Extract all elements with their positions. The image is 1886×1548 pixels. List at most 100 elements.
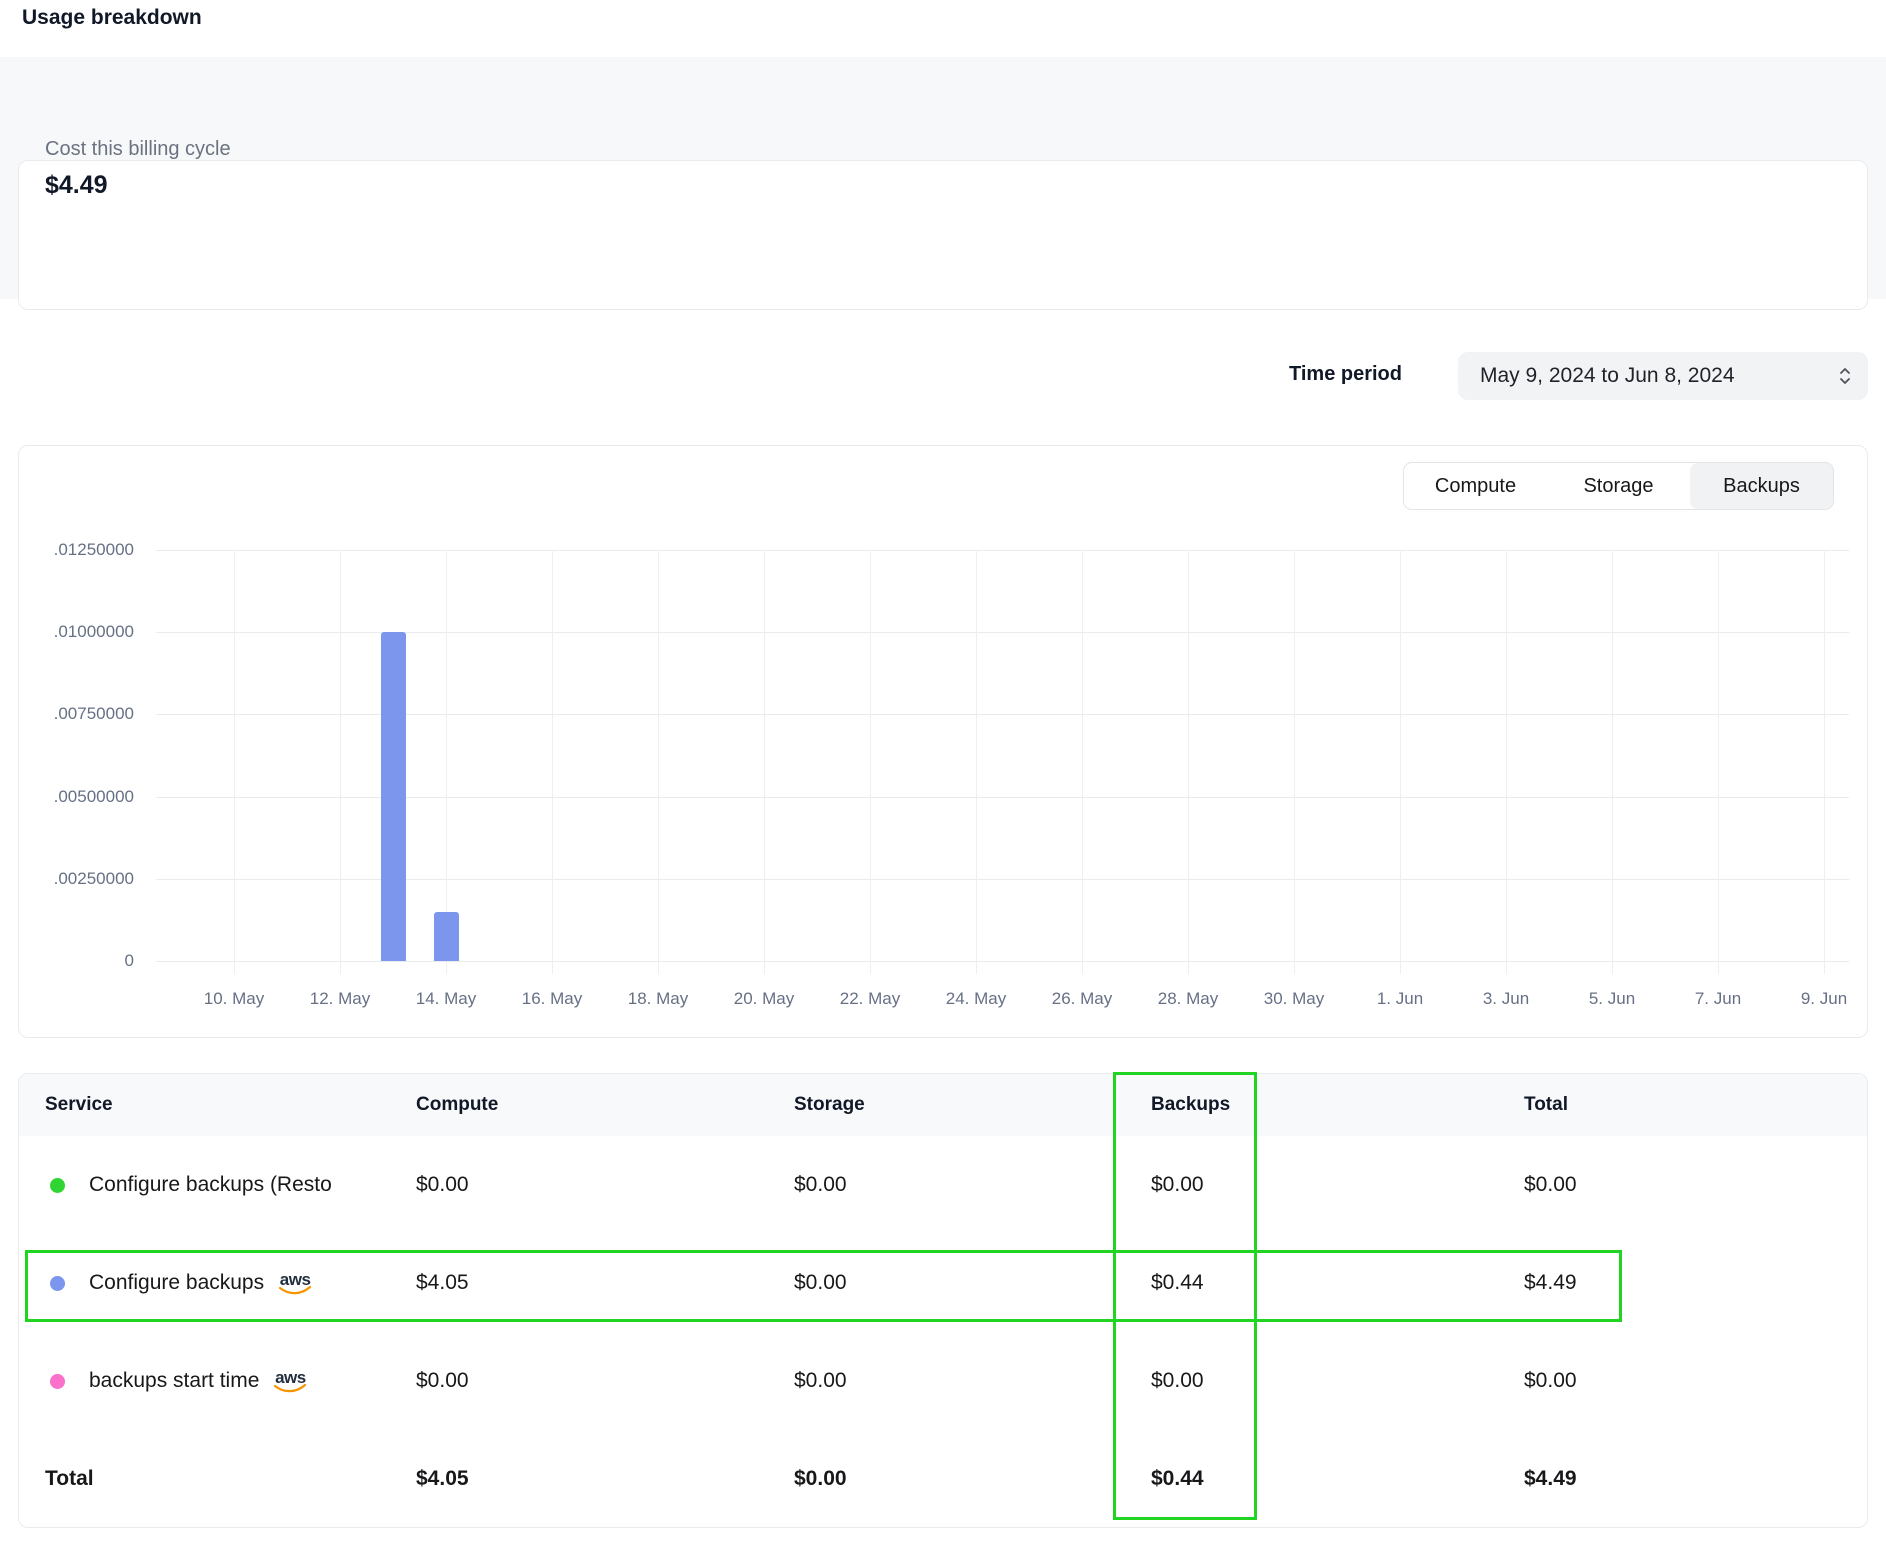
y-axis-tick-label: .01000000	[19, 622, 134, 642]
x-gridline	[976, 550, 977, 974]
x-gridline	[1188, 550, 1189, 974]
column-header-storage: Storage	[794, 1074, 865, 1136]
select-chevron-icon	[1838, 365, 1852, 387]
total-backups-value-cell: $0.44	[1151, 1467, 1204, 1491]
x-gridline	[1612, 550, 1613, 974]
backups-value-cell: $0.44	[1151, 1271, 1204, 1295]
usage-chart-card: ComputeStorageBackups .01250000.01000000…	[18, 445, 1868, 1038]
backups-value-cell: $0.00	[1151, 1369, 1204, 1393]
x-axis-tick-label: 20. May	[711, 989, 817, 1009]
x-gridline	[1506, 550, 1507, 974]
total-storage-value-cell: $0.00	[794, 1467, 847, 1491]
time-period-value: May 9, 2024 to Jun 8, 2024	[1480, 364, 1735, 388]
cost-card-label: Cost this billing cycle	[45, 138, 231, 161]
chart-bar-13-May	[381, 632, 406, 961]
x-gridline	[1294, 550, 1295, 974]
x-axis-tick-label: 26. May	[1029, 989, 1135, 1009]
x-axis-tick-label: 10. May	[181, 989, 287, 1009]
x-axis-tick-label: 12. May	[287, 989, 393, 1009]
y-axis-tick-label: .01250000	[19, 540, 134, 560]
aws-smile-arrow	[278, 1286, 312, 1296]
service-cell: backups start time aws	[50, 1369, 307, 1393]
y-gridline	[156, 632, 1849, 633]
service-name: Configure backups (Resto	[89, 1173, 332, 1197]
page-title: Usage breakdown	[22, 6, 202, 30]
x-gridline	[340, 550, 341, 974]
service-color-dot	[50, 1374, 65, 1389]
aws-smile-arrow	[273, 1384, 307, 1394]
table-row: backups start time aws $0.00 $0.00 $0.00 $0.0…	[19, 1332, 1867, 1430]
service-cell: Configure backups aws	[50, 1271, 312, 1295]
y-axis-tick-label: 0	[19, 951, 134, 971]
time-period-label: Time period	[1289, 363, 1402, 386]
table-total-row: Total $4.05 $0.00 $0.44 $4.49	[19, 1430, 1867, 1528]
x-gridline	[446, 550, 447, 974]
x-axis-tick-label: 1. Jun	[1347, 989, 1453, 1009]
cost-card-value: $4.49	[45, 171, 108, 200]
x-axis-tick-label: 5. Jun	[1559, 989, 1665, 1009]
cost-card-content: Cost this billing cycle $4.49	[18, 103, 1868, 253]
total-value-cell: $0.00	[1524, 1369, 1577, 1393]
aws-logo-text: aws	[275, 1372, 306, 1384]
service-color-dot	[50, 1178, 65, 1193]
x-gridline	[234, 550, 235, 974]
chart-bar-14-May	[434, 912, 459, 961]
x-axis-tick-label: 28. May	[1135, 989, 1241, 1009]
total-compute-value-cell: $4.05	[416, 1467, 469, 1491]
cost-table: Service Compute Storage Backups Total Config…	[18, 1073, 1868, 1528]
total-total-value-cell: $4.49	[1524, 1467, 1577, 1491]
total-row-label: Total	[45, 1467, 94, 1491]
x-axis-tick-label: 14. May	[393, 989, 499, 1009]
x-gridline	[658, 550, 659, 974]
compute-value-cell: $0.00	[416, 1369, 469, 1393]
aws-logo-icon: aws	[278, 1274, 312, 1296]
y-axis-tick-label: .00500000	[19, 787, 134, 807]
time-period-select[interactable]: May 9, 2024 to Jun 8, 2024	[1458, 352, 1868, 400]
x-axis-tick-label: 9. Jun	[1771, 989, 1877, 1009]
aws-logo-icon: aws	[273, 1372, 307, 1394]
storage-value-cell: $0.00	[794, 1271, 847, 1295]
storage-value-cell: $0.00	[794, 1173, 847, 1197]
x-gridline	[1718, 550, 1719, 974]
x-axis-tick-label: 18. May	[605, 989, 711, 1009]
x-gridline	[870, 550, 871, 974]
x-axis-tick-label: 22. May	[817, 989, 923, 1009]
y-axis-tick-label: .00250000	[19, 869, 134, 889]
total-value-cell: $4.49	[1524, 1271, 1577, 1295]
storage-value-cell: $0.00	[794, 1369, 847, 1393]
y-gridline	[156, 961, 1849, 962]
y-gridline	[156, 550, 1849, 551]
y-gridline	[156, 714, 1849, 715]
x-axis-tick-label: 24. May	[923, 989, 1029, 1009]
compute-value-cell: $4.05	[416, 1271, 469, 1295]
x-gridline	[552, 550, 553, 974]
column-header-compute: Compute	[416, 1074, 498, 1136]
table-row: Configure backups aws $4.05 $0.00 $0.44 $4.49	[19, 1234, 1867, 1332]
total-value-cell: $0.00	[1524, 1173, 1577, 1197]
table-header-row: Service Compute Storage Backups Total	[19, 1074, 1867, 1136]
x-gridline	[764, 550, 765, 974]
column-header-total: Total	[1524, 1074, 1568, 1136]
x-gridline	[1082, 550, 1083, 974]
aws-logo-text: aws	[280, 1274, 311, 1286]
service-color-dot	[50, 1276, 65, 1291]
table-body: Configure backups (Resto $0.00 $0.00 $0.00 $…	[19, 1136, 1867, 1528]
column-header-backups: Backups	[1151, 1074, 1230, 1136]
table-row: Configure backups (Resto $0.00 $0.00 $0.00 $…	[19, 1136, 1867, 1234]
y-axis-tick-label: .00750000	[19, 704, 134, 724]
y-gridline	[156, 879, 1849, 880]
column-header-service: Service	[45, 1074, 113, 1136]
x-axis-tick-label: 3. Jun	[1453, 989, 1559, 1009]
x-axis-tick-label: 7. Jun	[1665, 989, 1771, 1009]
x-axis-tick-label: 16. May	[499, 989, 605, 1009]
bar-chart: .01250000 .01000000 .00750000 .00500000 .002…	[19, 446, 1867, 1037]
compute-value-cell: $0.00	[416, 1173, 469, 1197]
x-gridline	[1400, 550, 1401, 974]
x-axis-tick-label: 30. May	[1241, 989, 1347, 1009]
service-name: Configure backups	[89, 1271, 264, 1295]
backups-value-cell: $0.00	[1151, 1173, 1204, 1197]
service-name: backups start time	[89, 1369, 259, 1393]
y-gridline	[156, 797, 1849, 798]
x-gridline	[1824, 550, 1825, 974]
service-cell: Configure backups (Resto	[50, 1173, 332, 1197]
